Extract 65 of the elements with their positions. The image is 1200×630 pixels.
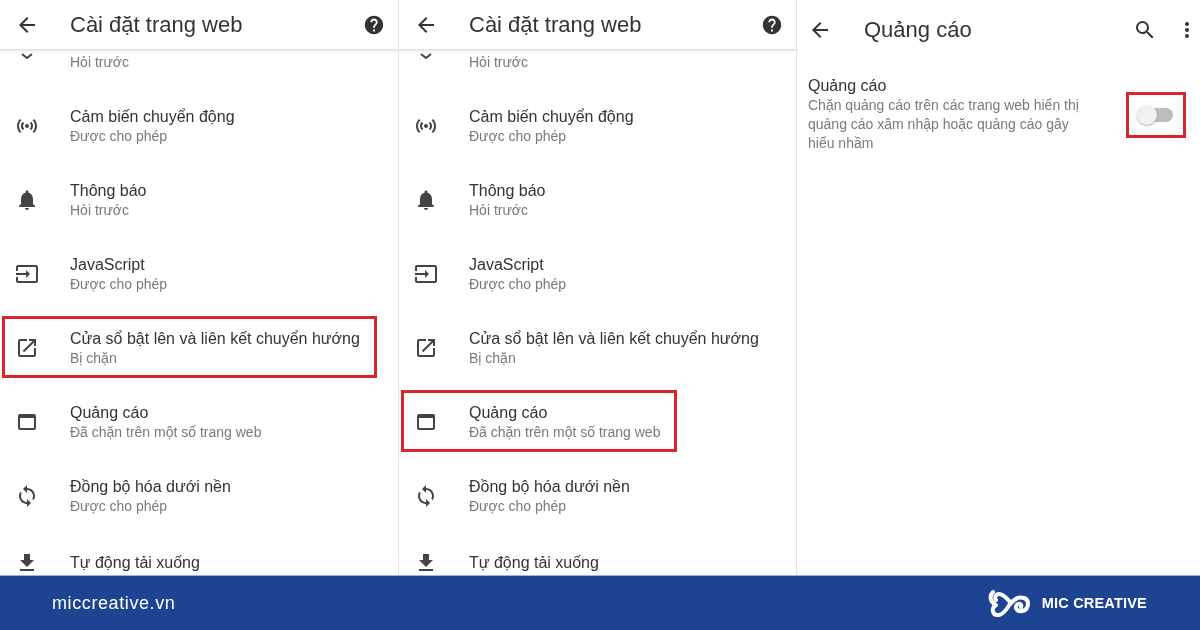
- settings-item[interactable]: Tự động tải xuống: [401, 538, 616, 575]
- settings-item[interactable]: JavaScript Được cho phép: [2, 242, 185, 304]
- item-status: Được cho phép: [70, 275, 168, 293]
- item-title: Cảm biến chuyển động: [70, 107, 235, 127]
- item-title: Cửa sổ bật lên và liên kết chuyển hướng: [469, 329, 759, 349]
- settings-item[interactable]: Cảm biến chuyển động Được cho phép: [2, 94, 252, 156]
- settings-item[interactable]: Đồng bộ hóa dưới nền Được cho phép: [2, 464, 248, 526]
- settings-item[interactable]: Hỏi trước: [401, 50, 545, 82]
- item-status: Được cho phép: [70, 127, 169, 145]
- item-title: JavaScript: [469, 255, 545, 275]
- setting-description: Chặn quảng cáo trên các trang web hiển thị quảng cáo xâm nhập hoặc quảng cáo gây hiểu nhầm: [808, 96, 1080, 153]
- item-title: Cửa sổ bật lên và liên kết chuyển hướng: [70, 329, 360, 349]
- item-title: Tự động tải xuống: [469, 553, 599, 573]
- cut-off-icon: [21, 53, 33, 59]
- item-status: Được cho phép: [469, 275, 567, 293]
- more-button[interactable]: [1185, 22, 1189, 38]
- setting-title: Quảng cáo: [808, 76, 888, 96]
- settings-item[interactable]: Cảm biến chuyển động Được cho phép: [401, 94, 651, 156]
- item-title: Đồng bộ hóa dưới nền: [70, 477, 231, 497]
- external-link-icon: [414, 336, 438, 360]
- item-title: Quảng cáo: [469, 403, 549, 423]
- item-title: Cảm biến chuyển động: [469, 107, 634, 127]
- help-button[interactable]: [761, 13, 783, 36]
- help-icon: [363, 13, 385, 36]
- item-status: Hỏi trước: [469, 201, 529, 219]
- cut-off-icon: [420, 53, 432, 59]
- item-status: Hỏi trước: [70, 201, 130, 219]
- item-status: Hỏi trước: [469, 53, 528, 71]
- settings-item[interactable]: Quảng cáo Đã chặn trên một số trang web: [2, 390, 279, 452]
- item-status: Hỏi trước: [70, 53, 129, 71]
- loop-logo-icon: [986, 588, 1031, 618]
- settings-item[interactable]: Cửa sổ bật lên và liên kết chuyển hướng Bị chặn: [401, 316, 776, 378]
- settings-item[interactable]: Đồng bộ hóa dưới nền Được cho phép: [401, 464, 647, 526]
- page-title: Cài đặt trang web: [469, 11, 643, 38]
- settings-item[interactable]: Thông báo Hỏi trước: [401, 168, 563, 230]
- brand-name: MIC CREATIVE: [1041, 595, 1147, 611]
- item-title: Tự động tải xuống: [70, 553, 200, 573]
- item-status: Đã chặn trên một số trang web: [70, 423, 262, 441]
- page-title: Quảng cáo: [864, 17, 973, 43]
- item-status: Được cho phép: [469, 127, 568, 145]
- item-status: Được cho phép: [469, 497, 568, 515]
- toggle-switch[interactable]: [1126, 91, 1186, 138]
- item-title: Đồng bộ hóa dưới nền: [469, 477, 630, 497]
- settings-item[interactable]: JavaScript Được cho phép: [401, 242, 584, 304]
- item-status: Bị chặn: [70, 349, 118, 367]
- help-button[interactable]: [363, 13, 385, 36]
- help-icon: [761, 13, 783, 36]
- item-status: Được cho phép: [70, 497, 169, 515]
- page-title: Cài đặt trang web: [70, 11, 244, 38]
- item-status: Đã chặn trên một số trang web: [469, 423, 661, 441]
- item-status: Bị chặn: [469, 349, 517, 367]
- site-address: miccreative.vn: [52, 592, 176, 614]
- item-title: JavaScript: [70, 255, 146, 275]
- more-vertical-icon: [1185, 22, 1189, 38]
- settings-item[interactable]: Tự động tải xuống: [2, 538, 217, 575]
- item-title: Thông báo: [469, 181, 546, 201]
- settings-item[interactable]: Hỏi trước: [2, 50, 146, 82]
- item-title: Quảng cáo: [70, 403, 150, 423]
- settings-item[interactable]: Quảng cáo Đã chặn trên một số trang web: [401, 390, 678, 452]
- external-link-icon: [15, 336, 39, 360]
- settings-item[interactable]: Cửa sổ bật lên và liên kết chuyển hướng Bị chặn: [2, 316, 377, 378]
- item-title: Thông báo: [70, 181, 147, 201]
- settings-item[interactable]: Thông báo Hỏi trước: [2, 168, 164, 230]
- enter-arrow-icon: [414, 262, 438, 286]
- enter-arrow-icon: [15, 262, 39, 286]
